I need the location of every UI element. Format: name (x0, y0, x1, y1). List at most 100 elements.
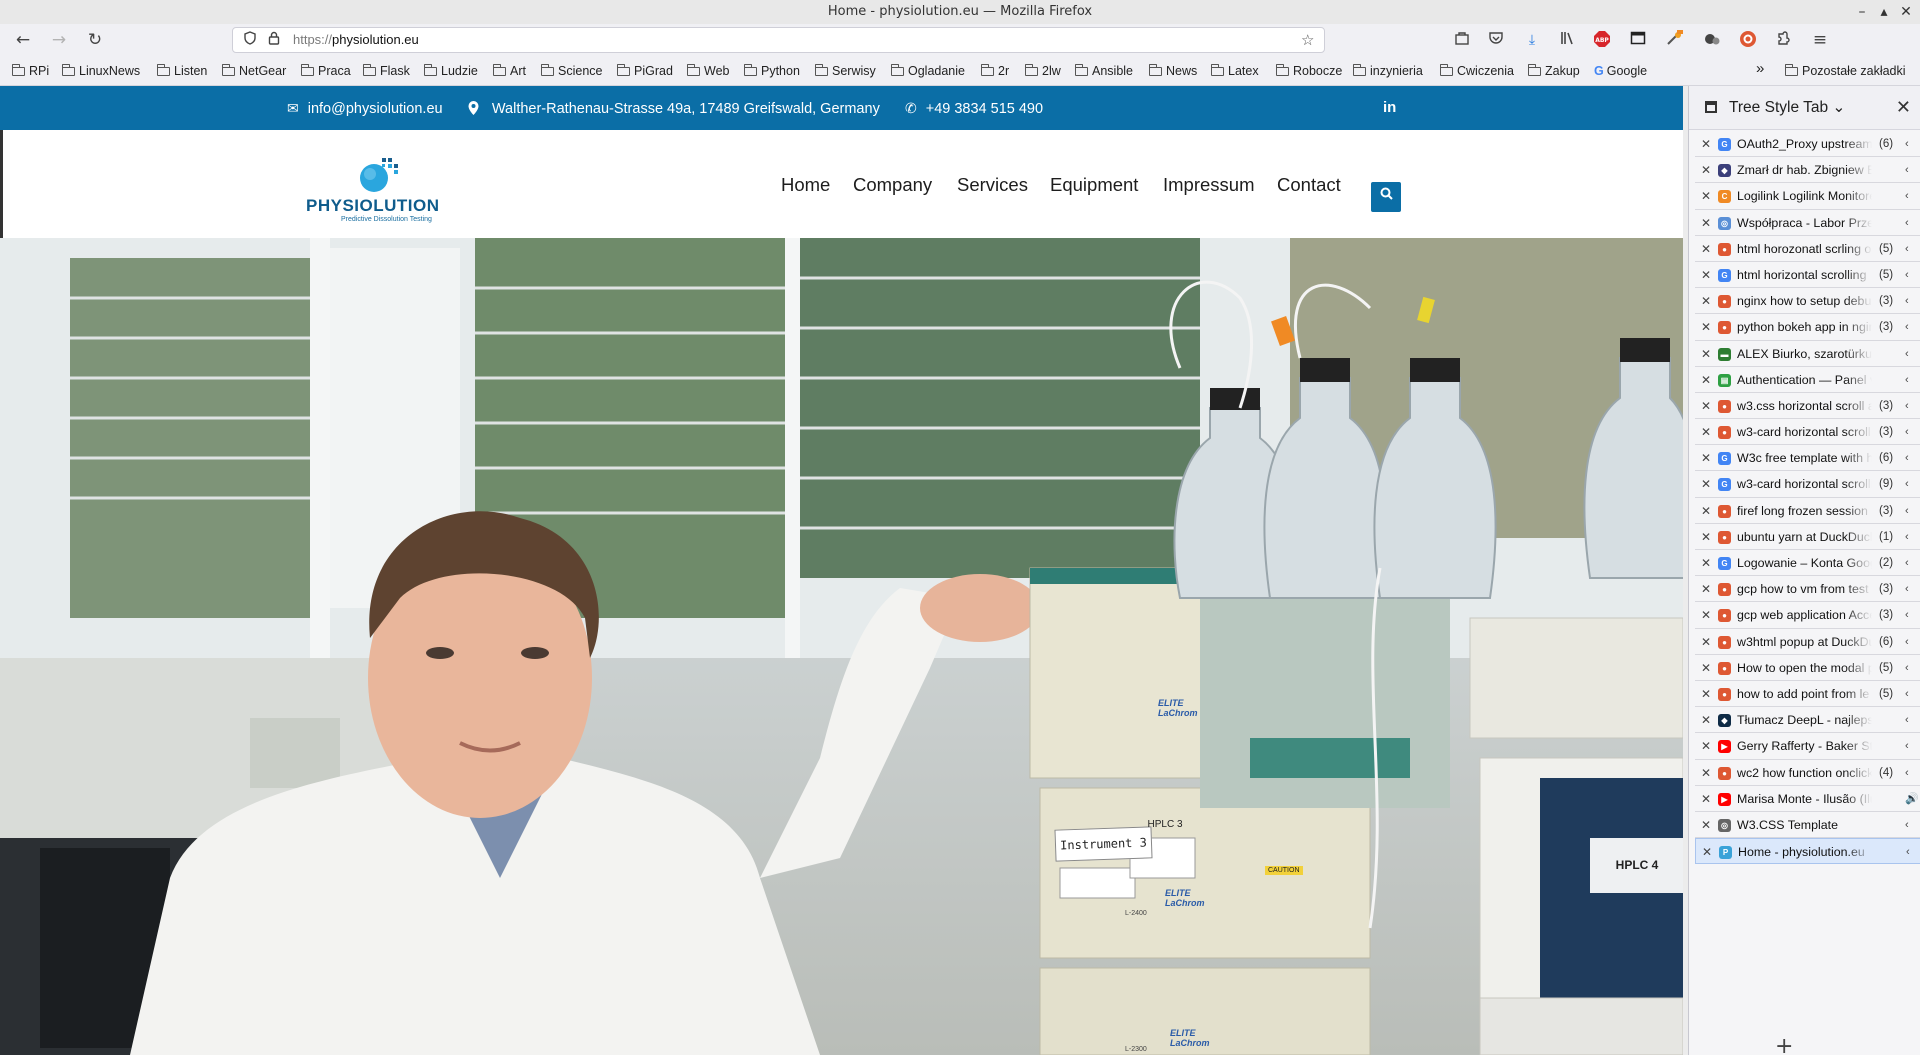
sidebar-tab[interactable]: ✕ ● w3html popup at DuckDu (6) ‹ (1695, 629, 1920, 655)
tree-twisty-icon[interactable]: ‹ (1905, 314, 1909, 339)
close-tab-icon[interactable]: ✕ (1699, 524, 1713, 549)
nav-contact[interactable]: Contact (1277, 174, 1341, 196)
contact-email[interactable]: ✉ info@physiolution.eu (287, 86, 443, 131)
sidebar-tab[interactable]: ✕ ● gcp how to vm from test (3) ‹ (1695, 576, 1920, 603)
url-text[interactable]: https://physiolution.eu (293, 28, 419, 52)
tree-twisty-icon[interactable]: ‹ (1905, 550, 1909, 575)
close-tab-icon[interactable]: ✕ (1699, 314, 1713, 339)
sidebar-tab[interactable]: ✕ ● wc2 how function onclick (4) ‹ (1695, 760, 1920, 786)
bookmark-folder[interactable]: Praca (300, 62, 351, 80)
tree-twisty-icon[interactable]: ‹ (1905, 367, 1909, 392)
extensions-icon[interactable] (1774, 30, 1794, 50)
tree-twisty-icon[interactable]: ‹ (1905, 131, 1909, 156)
close-tab-icon[interactable]: ✕ (1699, 471, 1713, 496)
bookmark-star-icon[interactable]: ☆ (1301, 28, 1314, 52)
sidebar-tab[interactable]: ✕ ● nginx how to setup debu (3) ‹ (1695, 288, 1920, 315)
tree-twisty-icon[interactable]: ‹ (1905, 629, 1909, 654)
sidebar-tab[interactable]: ✕ ◆ Tłumacz DeepL - najlepszy t ‹ (1695, 707, 1920, 734)
bookmark-folder[interactable]: Science (540, 62, 602, 80)
tree-twisty-icon[interactable]: ‹ (1906, 839, 1910, 863)
sidebar-tab[interactable]: ✕ ▶ Gerry Rafferty - Baker Stree ‹ (1695, 733, 1920, 760)
close-tab-icon[interactable]: ✕ (1699, 288, 1713, 313)
close-tab-icon[interactable]: ✕ (1699, 367, 1713, 392)
tree-twisty-icon[interactable]: ‹ (1905, 236, 1909, 261)
close-tab-icon[interactable]: ✕ (1699, 183, 1713, 208)
sidebar-tab[interactable]: ✕ ▶ Marisa Monte - Ilusão (Ilu 🔊 (1695, 786, 1920, 812)
tree-twisty-icon[interactable]: ‹ (1905, 157, 1909, 182)
url-bar[interactable]: https://physiolution.eu ☆ (232, 27, 1325, 53)
bookmark-folder[interactable]: Latex (1210, 62, 1259, 80)
close-tab-icon[interactable]: ✕ (1699, 498, 1713, 523)
sidebar-tab[interactable]: ✕ C Logilink Logilink Monitorerh ‹ (1695, 183, 1920, 210)
bookmark-folder[interactable]: Python (743, 62, 800, 80)
close-tab-icon[interactable]: ✕ (1699, 602, 1713, 627)
lock-icon[interactable] (268, 28, 280, 52)
sidebar-tab[interactable]: ✕ G W3c free template with h (6) ‹ (1695, 445, 1920, 472)
close-tab-icon[interactable]: ✕ (1699, 393, 1713, 418)
bookmark-folder[interactable]: Web (686, 62, 729, 80)
sidebar-tab[interactable]: ✕ ◆ Zmarł dr hab. Zbigniew Buk ‹ (1695, 157, 1920, 184)
close-sidebar-icon[interactable]: ✕ (1896, 86, 1911, 130)
bookmark-folder[interactable]: Ludzie (423, 62, 478, 80)
tree-twisty-icon[interactable]: ‹ (1905, 655, 1909, 680)
tree-twisty-icon[interactable]: ‹ (1905, 602, 1909, 627)
extension-gears-icon[interactable] (1702, 30, 1722, 50)
tree-twisty-icon[interactable]: ‹ (1905, 733, 1909, 758)
tree-twisty-icon[interactable]: ‹ (1905, 419, 1909, 444)
tree-twisty-icon[interactable]: ‹ (1905, 210, 1909, 235)
app-menu-icon[interactable]: ≡ (1810, 30, 1830, 50)
tree-twisty-icon[interactable]: ‹ (1905, 393, 1909, 418)
audio-playing-icon[interactable]: 🔊 (1905, 786, 1919, 811)
tree-twisty-icon[interactable]: ‹ (1905, 812, 1909, 837)
close-tab-icon[interactable]: ✕ (1699, 681, 1713, 706)
close-tab-icon[interactable]: ✕ (1700, 839, 1714, 863)
bookmark-folder[interactable]: PiGrad (616, 62, 673, 80)
library-icon[interactable] (1558, 30, 1578, 50)
bookmark-folder[interactable]: Zakup (1527, 62, 1580, 80)
close-tab-icon[interactable]: ✕ (1699, 655, 1713, 680)
sidebar-title-dropdown[interactable]: Tree Style Tab ⌄ (1729, 86, 1845, 130)
other-bookmarks-folder[interactable]: Pozostałe zakładki (1784, 62, 1906, 80)
tree-twisty-icon[interactable]: ‹ (1905, 576, 1909, 601)
bookmark-folder[interactable]: News (1148, 62, 1197, 80)
bookmark-folder[interactable]: Flask (362, 62, 410, 80)
tree-twisty-icon[interactable]: ‹ (1905, 707, 1909, 732)
tree-twisty-icon[interactable]: ‹ (1905, 445, 1909, 470)
close-tab-icon[interactable]: ✕ (1699, 733, 1713, 758)
duckduckgo-extension-icon[interactable] (1738, 30, 1758, 50)
close-window-icon[interactable]: ✕ (1895, 0, 1917, 24)
sidebar-tab[interactable]: ✕ ◎ W3.CSS Template ‹ (1695, 812, 1920, 839)
tree-twisty-icon[interactable]: ‹ (1905, 760, 1909, 785)
nav-home[interactable]: Home (781, 174, 830, 196)
nav-impressum[interactable]: Impressum (1163, 174, 1255, 196)
bookmark-folder[interactable]: Ogladanie (890, 62, 965, 80)
close-tab-icon[interactable]: ✕ (1699, 236, 1713, 261)
close-tab-icon[interactable]: ✕ (1699, 576, 1713, 601)
sidebar-tab[interactable]: ✕ ● python bokeh app in ngin (3) ‹ (1695, 314, 1920, 341)
close-tab-icon[interactable]: ✕ (1699, 262, 1713, 287)
sidebar-tab[interactable]: ✕ Ghtml horizontal scrolling (5) ‹ (1695, 262, 1920, 289)
sidebar-tab[interactable]: ✕ ◎ Współpraca - Labor Przedsię ‹ (1695, 210, 1920, 236)
forward-icon[interactable]: → (46, 27, 72, 53)
new-tab-button[interactable]: + (1775, 1034, 1793, 1055)
bookmark-folder[interactable]: 2lw (1024, 62, 1061, 80)
bookmark-folder[interactable]: Listen (156, 62, 207, 80)
bookmark-google[interactable]: G Google (1594, 62, 1647, 80)
close-tab-icon[interactable]: ✕ (1699, 445, 1713, 470)
bookmark-folder[interactable]: Serwisy (814, 62, 876, 80)
bookmark-folder[interactable]: LinuxNews (61, 62, 140, 80)
downloads-icon[interactable]: ⤓ (1522, 30, 1542, 50)
nav-services[interactable]: Services (957, 174, 1028, 196)
close-tab-icon[interactable]: ✕ (1699, 131, 1713, 156)
extension-key-icon[interactable] (1664, 30, 1684, 50)
bookmark-folder[interactable]: RPi (11, 62, 49, 80)
extension-puzzle-icon[interactable] (1452, 30, 1472, 50)
bookmarks-overflow-chevron[interactable]: » (1756, 60, 1764, 78)
bookmark-folder[interactable]: 2r (980, 62, 1009, 80)
shield-icon[interactable] (243, 28, 257, 52)
minimize-icon[interactable]: – (1851, 0, 1873, 24)
contact-phone[interactable]: ✆ +49 3834 515 490 (905, 86, 1043, 131)
close-tab-icon[interactable]: ✕ (1699, 786, 1713, 811)
tree-twisty-icon[interactable]: ‹ (1905, 262, 1909, 287)
sidebar-tab[interactable]: ✕ G Logowanie – Konta Goog (2) ‹ (1695, 550, 1920, 577)
